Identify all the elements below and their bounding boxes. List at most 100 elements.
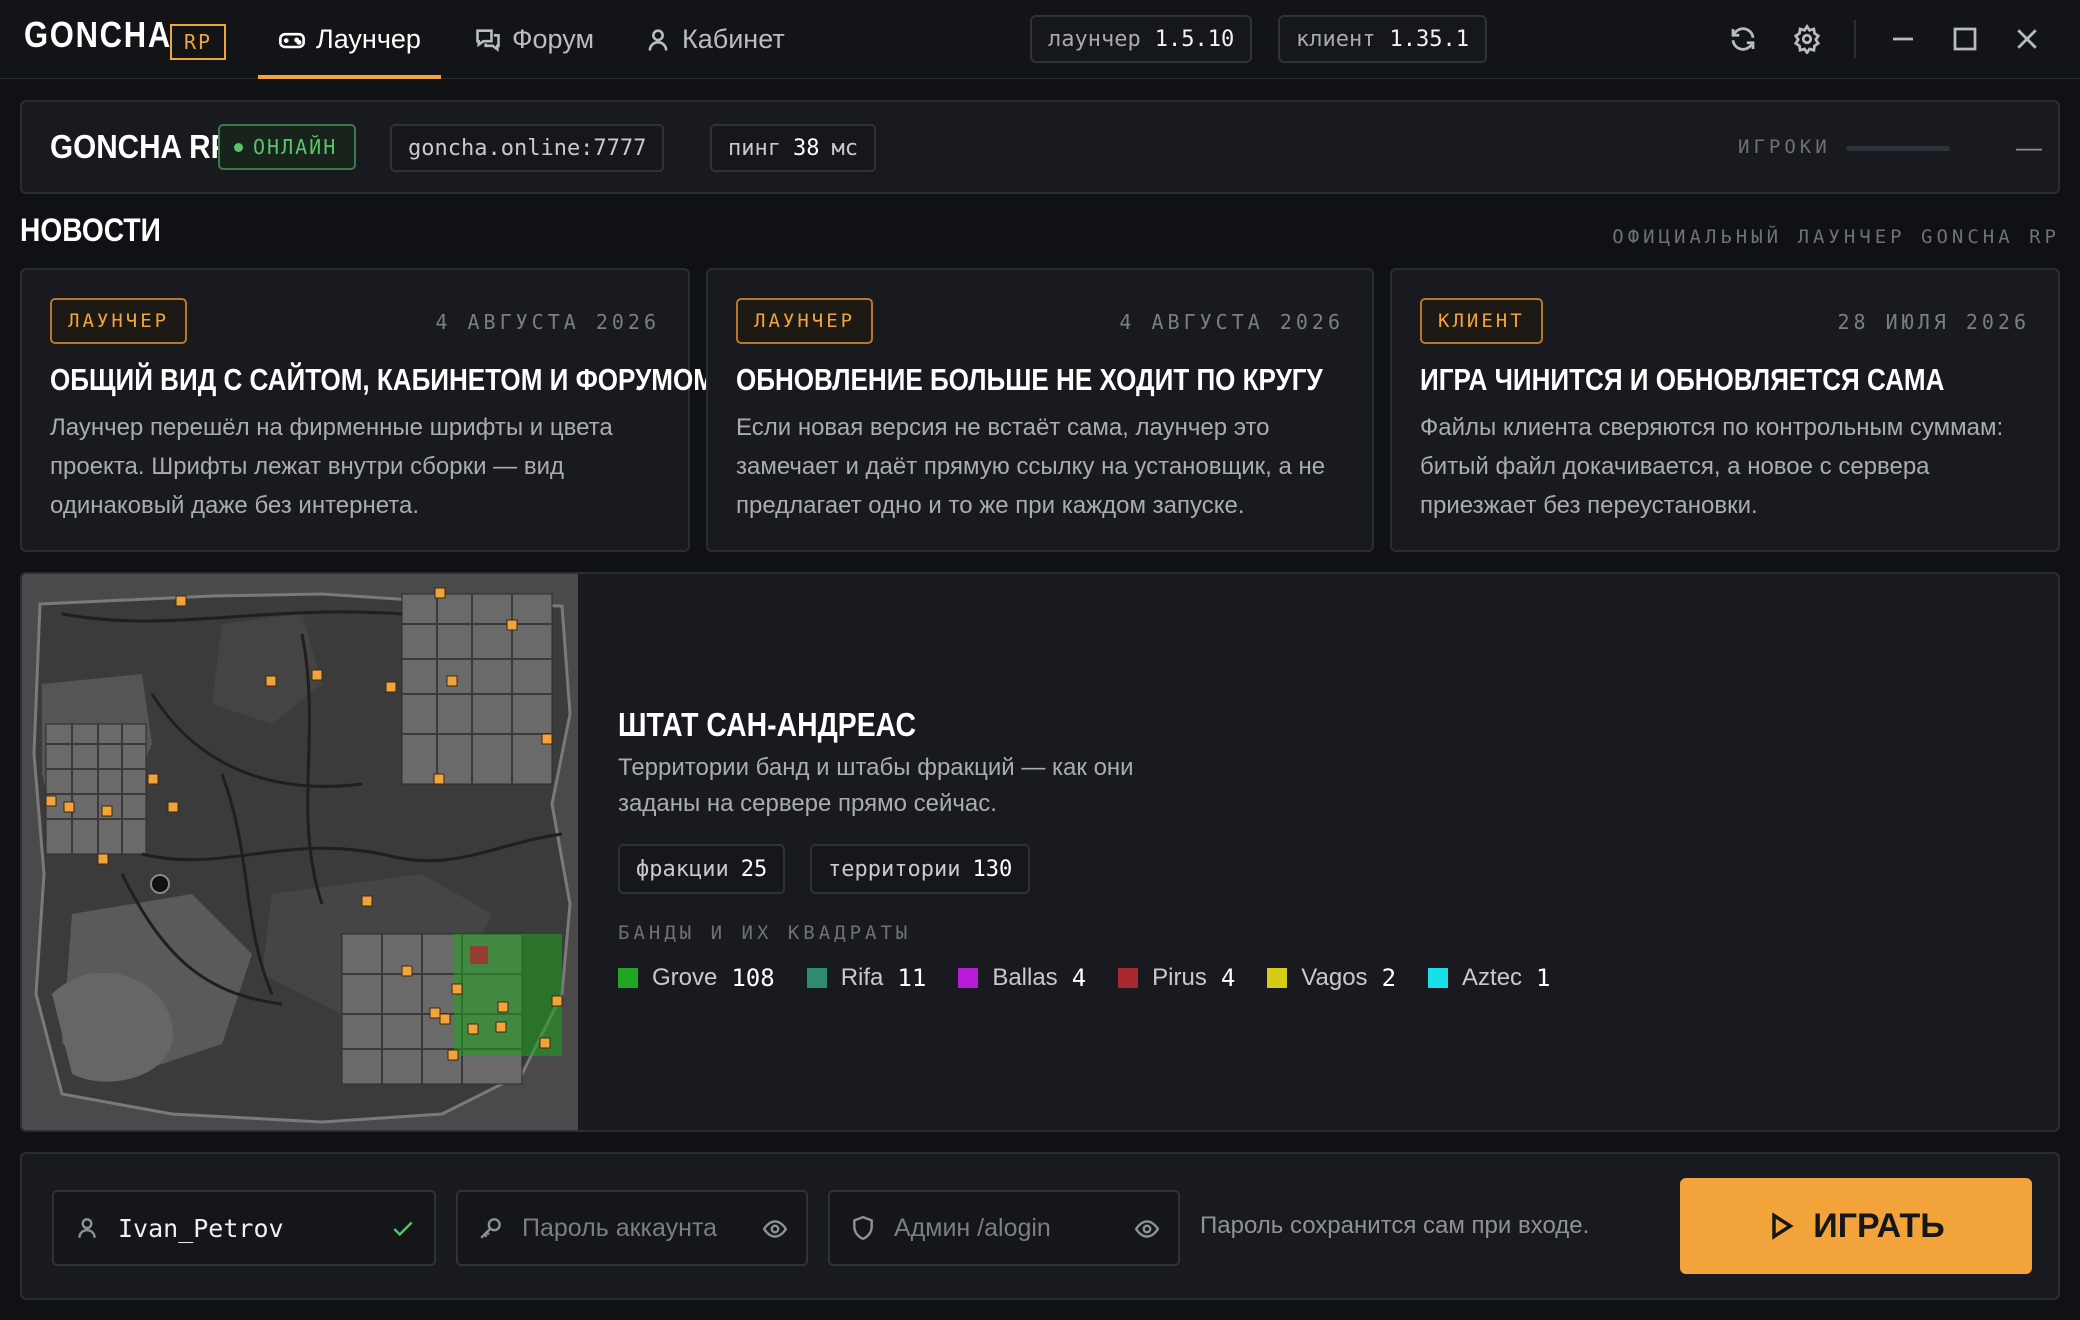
- tab-label: Форум: [512, 24, 595, 54]
- news-tag: ЛАУНЧЕР: [50, 298, 188, 344]
- launcher-version-badge: лаунчер 1.5.10: [1030, 15, 1253, 63]
- news-date: 4 АВГУСТА 2026: [435, 310, 660, 334]
- territories-label: территории: [828, 856, 961, 882]
- play-label: ИГРАТЬ: [1813, 1206, 1945, 1245]
- tab-cabinet[interactable]: Кабинет: [644, 0, 785, 79]
- launcher-version-label: лаунчер: [1048, 26, 1141, 52]
- gang-count: 4: [1220, 964, 1236, 992]
- server-status-bar: GONCHA RP ОНЛАЙН goncha.online:7777 пинг…: [20, 100, 2060, 194]
- eye-icon[interactable]: [1134, 1216, 1160, 1242]
- login-bar: Ivan_Petrov Пароль аккаунта Админ /alogi…: [20, 1152, 2060, 1300]
- news-subtitle: ОФИЦИАЛЬНЫЙ ЛАУНЧЕР GONCHA RP: [1612, 226, 2060, 248]
- news-headline: ОБНОВЛЕНИЕ БОЛЬШЕ НЕ ХОДИТ ПО КРУГУ: [736, 362, 1323, 397]
- server-ping: пинг 38 мс: [710, 124, 876, 172]
- gang-name: Vagos: [1301, 964, 1368, 991]
- gang-legend-item: Grove 108: [618, 964, 775, 992]
- refresh-icon: [1731, 27, 1755, 51]
- admin-password-field[interactable]: Админ /alogin: [828, 1190, 1180, 1266]
- gang-legend-item: Aztec 1: [1428, 964, 1551, 992]
- server-address-text: goncha.online:7777: [408, 135, 647, 161]
- user-icon: [648, 28, 668, 51]
- tab-forum[interactable]: Форум: [474, 0, 594, 79]
- play-icon: [1772, 1212, 1794, 1240]
- players-value: —: [2016, 132, 2042, 162]
- gang-swatch: [618, 968, 638, 988]
- gang-count: 4: [1071, 964, 1087, 992]
- title-bar: GONCHA RP Лаунчер Форум Кабинет лаунчер …: [0, 0, 2080, 79]
- territories-stat: территории 130: [810, 844, 1031, 894]
- server-name: GONCHA RP: [50, 128, 231, 165]
- shield-icon: [853, 1215, 873, 1241]
- news-card[interactable]: КЛИЕНТ 28 ИЮЛЯ 2026 ИГРА ЧИНИТСЯ И ОБНОВ…: [1390, 268, 2060, 552]
- chat-icon: [476, 28, 500, 52]
- gang-legend-item: Ballas 4: [958, 964, 1086, 992]
- password-field[interactable]: Пароль аккаунта: [456, 1190, 808, 1266]
- ping-value: 38: [792, 135, 820, 161]
- play-button[interactable]: ИГРАТЬ: [1680, 1178, 2032, 1274]
- client-version-value: 1.35.1: [1389, 26, 1469, 52]
- titlebar-divider: [1854, 20, 1856, 58]
- refresh-button[interactable]: [1726, 22, 1760, 56]
- check-icon: [393, 1221, 413, 1237]
- gang-swatch: [1428, 968, 1449, 988]
- maximize-button[interactable]: [1948, 22, 1982, 56]
- players-bar: [1846, 146, 1950, 151]
- gang-swatch: [958, 968, 979, 988]
- gang-swatch: [806, 968, 827, 988]
- settings-button[interactable]: [1790, 22, 1824, 56]
- admin-placeholder: Админ /alogin: [894, 1213, 1051, 1242]
- app-logo: GONCHA: [24, 14, 172, 55]
- maximize-icon: [1953, 27, 1977, 51]
- client-version-label: клиент: [1296, 26, 1376, 52]
- gang-name: Aztec: [1462, 964, 1523, 991]
- tab-launcher[interactable]: Лаунчер: [258, 0, 441, 79]
- gang-count: 2: [1381, 964, 1397, 992]
- login-hint: Пароль сохранится сам при входе.: [1200, 1212, 1590, 1239]
- gang-count: 11: [897, 964, 927, 992]
- pirus-territory: [470, 946, 488, 964]
- gang-legend-item: Pirus 4: [1118, 964, 1235, 992]
- server-status-text: ОНЛАЙН: [253, 135, 338, 159]
- territories-value: 130: [972, 856, 1013, 882]
- gang-swatch: [1267, 968, 1288, 988]
- factions-label: фракции: [636, 856, 729, 882]
- gang-count: 1: [1536, 964, 1551, 992]
- eye-icon[interactable]: [762, 1216, 788, 1242]
- server-online-badge: ОНЛАЙН: [218, 124, 356, 170]
- username-field[interactable]: Ivan_Petrov: [52, 1190, 436, 1266]
- ping-label: пинг: [728, 135, 781, 161]
- client-version-badge: клиент 1.35.1: [1278, 15, 1487, 63]
- news-card[interactable]: ЛАУНЧЕР 4 АВГУСТА 2026 ОБНОВЛЕНИЕ БОЛЬШЕ…: [706, 268, 1374, 552]
- username-value: Ivan_Petrov: [118, 1213, 284, 1243]
- news-tag: КЛИЕНТ: [1420, 298, 1543, 344]
- gang-legend: Grove 108 Rifa 11 Ballas 4 Pirus 4 Vagos 2 Az…: [618, 964, 1551, 992]
- minimize-button[interactable]: [1886, 22, 1920, 56]
- close-button[interactable]: [2010, 22, 2044, 56]
- gang-swatch: [1118, 968, 1139, 988]
- minimize-icon: [1893, 37, 1913, 41]
- state-title: ШТАТ САН-АНДРЕАС: [618, 706, 916, 743]
- san-andreas-map[interactable]: [22, 574, 578, 1130]
- gamepad-icon: [279, 32, 305, 48]
- status-dot-icon: [234, 142, 243, 152]
- server-address[interactable]: goncha.online:7777: [390, 124, 665, 172]
- news-date: 28 ИЮЛЯ 2026: [1837, 310, 2030, 334]
- gang-name: Ballas: [992, 964, 1058, 991]
- news-text: Если новая версия не встаёт сама, лаунче…: [736, 414, 1326, 519]
- launcher-version-value: 1.5.10: [1154, 26, 1235, 52]
- news-date: 4 АВГУСТА 2026: [1119, 310, 1344, 334]
- tab-label: Лаунчер: [316, 24, 421, 54]
- gang-legend-item: Vagos 2: [1267, 964, 1396, 992]
- news-text: Файлы клиента сверяются по контрольным с…: [1420, 414, 2004, 519]
- gang-name: Pirus: [1152, 964, 1207, 991]
- news-text: Лаунчер перешёл на фирменные шрифты и цв…: [50, 414, 613, 519]
- state-description: Территории банд и штабы фракций — как он…: [618, 754, 1134, 817]
- state-map-panel: ШТАТ САН-АНДРЕАС Территории банд и штабы…: [20, 572, 2060, 1132]
- password-placeholder: Пароль аккаунта: [522, 1213, 718, 1242]
- user-icon: [78, 1218, 96, 1238]
- news-card[interactable]: ЛАУНЧЕР 4 АВГУСТА 2026 ОБЩИЙ ВИД С САЙТО…: [20, 268, 715, 552]
- news-headline: ОБЩИЙ ВИД С САЙТОМ, КАБИНЕТОМ И ФОРУМОМ: [50, 362, 715, 397]
- factions-stat: фракции 25: [618, 844, 786, 894]
- logo-badge: RP: [170, 24, 226, 60]
- news-title: НОВОСТИ: [20, 212, 161, 248]
